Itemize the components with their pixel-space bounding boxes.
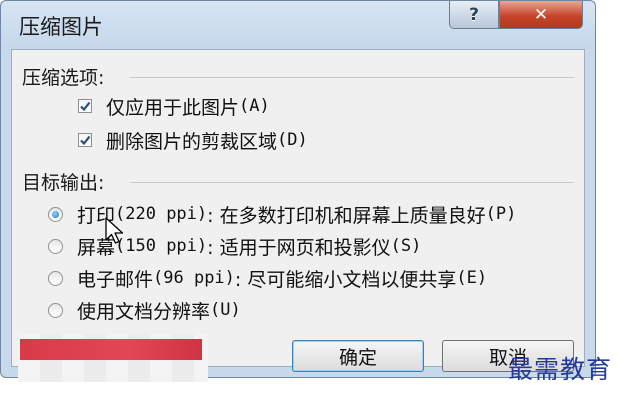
apply-to-this-picture-checkbox[interactable] [78,99,92,113]
mouse-cursor-icon [105,217,124,244]
help-button[interactable]: ? [449,1,499,29]
print-option-desc: : 在多数打印机和屏幕上质量良好 [207,204,486,227]
group-divider [130,182,574,183]
title-bar: 压缩图片 ? ✕ [1,1,595,49]
ok-button[interactable]: 确定 [292,340,424,372]
checkmark-icon [80,135,91,146]
document-resolution-option-name: 使用文档分辨率 [77,300,211,323]
delete-cropped-areas-shortcut: (D) [277,130,308,150]
print-option-shortcut: (P) [485,204,517,224]
close-button[interactable]: ✕ [499,1,583,29]
compress-pictures-dialog: 压缩图片 ? ✕ 压缩选项: 仅应用于此图片 (A) 删除图片的剪裁区域 (D)… [0,0,596,378]
email-option-shortcut: (E) [456,268,488,288]
apply-to-this-picture-label: 仅应用于此图片 [106,96,240,119]
screen-radio[interactable] [48,238,63,254]
email-radio[interactable] [48,270,63,286]
screen-option-desc: : 适用于网页和投影仪 [207,236,391,259]
document-resolution-radio[interactable] [48,302,63,318]
target-output-label: 目标输出: [22,172,105,194]
group-divider [130,77,574,78]
compress-options-label: 压缩选项: [22,67,105,89]
dialog-title: 压缩图片 [19,15,103,39]
apply-to-this-picture-shortcut: (A) [239,96,270,116]
screen-option-shortcut: (S) [390,236,422,256]
email-option-name: 电子邮件 [77,268,154,291]
apply-to-this-picture-option[interactable]: 仅应用于此图片 (A) [78,92,270,120]
watermark: 最需教育 [508,355,613,384]
email-option[interactable]: 电子邮件 (96 ppi) : 尽可能缩小文档以便共享 (E) [48,264,487,292]
radio-selected-dot [52,210,59,218]
document-resolution-option-shortcut: (U) [210,300,241,320]
delete-cropped-areas-option[interactable]: 删除图片的剪裁区域 (D) [78,126,308,154]
redaction-bar [20,339,202,360]
help-icon: ? [469,4,479,25]
ok-button-label: 确定 [338,346,377,369]
delete-cropped-areas-checkbox[interactable] [78,133,92,147]
delete-cropped-areas-label: 删除图片的剪裁区域 [106,130,278,153]
checkmark-icon [80,101,91,112]
dialog-body: 压缩选项: 仅应用于此图片 (A) 删除图片的剪裁区域 (D) 目标输出: 打印… [11,49,585,372]
email-option-ppi: (96 ppi) [153,268,235,288]
screen-option-ppi: (150 ppi) [115,236,208,256]
print-radio[interactable] [48,206,63,222]
document-resolution-option[interactable]: 使用文档分辨率 (U) [48,296,241,324]
close-icon: ✕ [533,4,549,25]
email-option-desc: : 尽可能缩小文档以便共享 [234,268,457,291]
print-option-ppi: (220 ppi) [115,204,208,224]
